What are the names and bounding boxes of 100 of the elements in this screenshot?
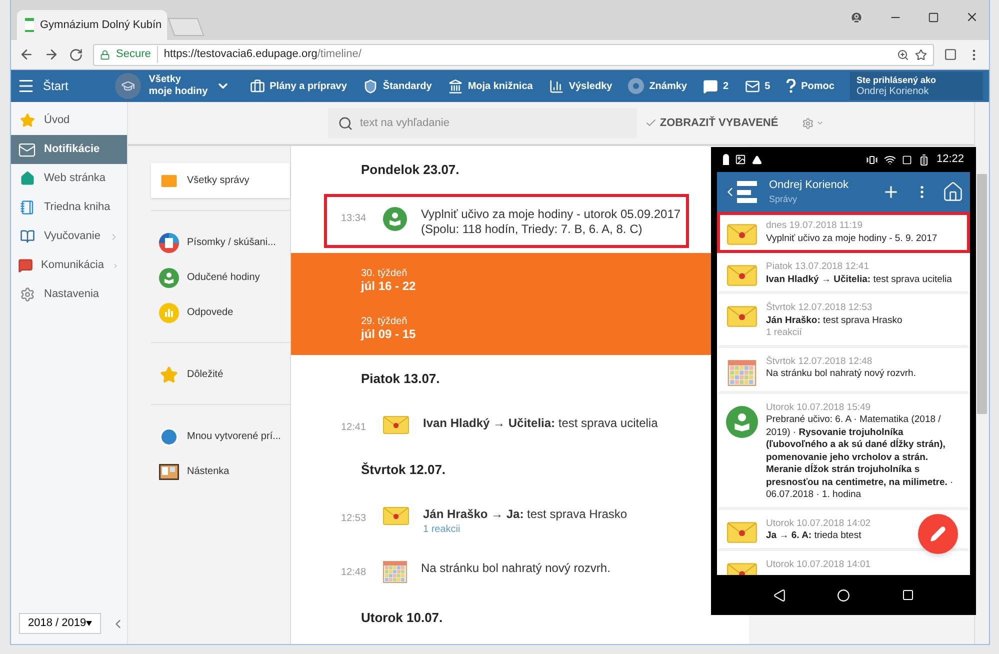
user-name: Ondrej Korienok: [856, 86, 930, 98]
zoom-icon[interactable]: [897, 48, 909, 60]
timetable-icon: [383, 561, 407, 583]
lock-icon: [100, 50, 110, 60]
menu-icon: [17, 77, 35, 95]
sidebar-item[interactable]: Triedna kniha: [11, 193, 127, 222]
settings-icon: [20, 287, 34, 302]
entry-text: Ján Hraško → Ja: test sprava Hrasko: [423, 507, 628, 522]
envelope-icon: [727, 265, 757, 286]
filter-item[interactable]: Všetky správy: [151, 163, 290, 198]
entry-text: Na stránku bol nahratý nový rozvrh.: [421, 561, 610, 576]
nav-link[interactable]: Pomoc: [786, 78, 834, 94]
recents-icon[interactable]: [902, 589, 914, 601]
home-icon[interactable]: [837, 588, 850, 602]
timeline-entry[interactable]: 12:53 Ján Hraško → Ja: test sprava Hrasko 1 reakcii: [324, 494, 689, 548]
timeline-entry[interactable]: 12:48 Na stránku bol nahratý nový rozvrh.: [324, 548, 689, 594]
filter-item[interactable]: Nástenka: [151, 454, 290, 489]
entry-time: 12:53: [341, 512, 368, 526]
settings-icon[interactable]: [802, 116, 814, 130]
envelope-icon: [383, 507, 409, 525]
help-icon: [786, 79, 796, 93]
avatar-icon: [114, 73, 141, 99]
day-heading: Pondelok 23.07.: [361, 162, 460, 177]
filter-item[interactable]: Mnou vytvorené prí...: [151, 419, 290, 454]
back-icon[interactable]: [772, 588, 786, 602]
message-text: Prebrané učivo: 6. A · Matematika (2018 / 2019) · Rysovanie trojuholníka (ľubovoľného a ak sú dané dĺžky strán), pomenovanie jeho vrcholov a strán. Meranie dĺžok strán trojuholníka s presnosťou na centimetre, na milimetre. · 06.07.2018 · 1. hodina: [766, 414, 954, 502]
sidebar-item[interactable]: Komunikácia: [11, 251, 127, 280]
person-reading-icon: [383, 207, 407, 231]
class-selector[interactable]: Všetky moje hodiny: [114, 73, 230, 99]
briefcase-icon: [250, 78, 265, 94]
bar-chart-icon: [159, 302, 179, 322]
address-field[interactable]: Secure https://testovacia6.edupage.org/timeline/: [93, 44, 934, 66]
forward-icon[interactable]: [44, 47, 59, 62]
notebook-icon: [20, 200, 34, 215]
sidebar-item[interactable]: Úvod: [11, 106, 127, 135]
year-select[interactable]: 2018 / 2019: [19, 613, 101, 634]
entry-subtext: (Spolu: 118 hodín, Triedy: 7. B, 6. A, 8. C): [421, 222, 644, 237]
week-range: júl 16 - 22: [361, 280, 417, 293]
message-date: Utorok 10.07.2018 15:49: [766, 402, 871, 414]
shield-icon: [362, 78, 378, 94]
message-text: Ja → 6. A: trieda btest: [766, 530, 862, 542]
filter-item[interactable]: Odučené hodiny: [151, 260, 290, 295]
sidebar-item[interactable]: Notifikácie: [11, 135, 127, 164]
search-icon: [338, 116, 353, 131]
library-icon: [448, 78, 463, 94]
sidebar-item[interactable]: Nastavenia: [11, 280, 127, 309]
vibrate-icon: [866, 154, 878, 166]
entry-text: Vyplniť učivo za moje hodiny - utorok 05.09.2017: [421, 207, 681, 222]
phone-user-name: Ondrej Korienok: [769, 178, 848, 192]
chat-icon: [18, 258, 33, 273]
nav-link[interactable]: Známky: [628, 78, 687, 94]
message-date: Štvrtok 12.07.2018 12:48: [766, 356, 872, 368]
timeline-entry[interactable]: 13:34 Vyplniť učivo za moje hodiny - utorok 05.09.2017 (Spolu: 118 hodín, Triedy: 7. B, 6. A, 8. C): [324, 194, 689, 248]
nav-link[interactable]: Plány a prípravy: [250, 78, 347, 94]
browser-tab[interactable]: Gymnázium Dolný Kubín: [17, 10, 167, 40]
filter-item[interactable]: Písomky / skúšani...: [151, 225, 290, 260]
nav-link[interactable]: Štandardy: [362, 78, 432, 94]
app-logo-icon: [737, 181, 757, 203]
sidebar-item[interactable]: Web stránka: [11, 164, 127, 193]
message-text: Ján Hraško: test sprava Hrasko: [766, 314, 902, 327]
nav-link[interactable]: 5: [744, 78, 770, 94]
reload-icon[interactable]: [69, 48, 83, 62]
chat-icon: [703, 78, 718, 94]
person-reading-icon: [159, 268, 179, 288]
start-button[interactable]: Štart: [17, 77, 115, 95]
search-field[interactable]: text na vyhľadanie: [328, 108, 637, 138]
person-reading-icon: [726, 406, 758, 438]
filter-item[interactable]: Odpovede: [151, 295, 290, 330]
profile-icon[interactable]: [850, 10, 863, 24]
envelope-icon: [727, 306, 757, 327]
phone-subtitle: Správy: [769, 193, 798, 206]
user-panel[interactable]: Ste prihlásený ako Ondrej Korienok: [850, 72, 983, 100]
entry-time: 12:48: [341, 566, 368, 580]
timeline-entry[interactable]: 12:41 Ivan Hladký → Učitelia: test sprava ucitelia: [324, 403, 689, 446]
user-label: Ste prihlásený ako: [856, 74, 938, 86]
scrollbar-thumb[interactable]: [977, 174, 987, 414]
filter-item[interactable]: Dôležité: [151, 357, 290, 392]
show-done-button[interactable]: ZOBRAZIŤ VYBAVENÉ: [644, 114, 778, 132]
house-icon: [20, 171, 34, 186]
nav-link[interactable]: Výsledky: [548, 78, 612, 94]
noticeboard-icon: [159, 464, 179, 480]
notification-icon: [723, 154, 729, 165]
day-heading: Štvrtok 12.07.: [361, 462, 446, 477]
maximize-icon[interactable]: [928, 12, 939, 22]
nav-link[interactable]: 2: [703, 78, 729, 94]
close-icon[interactable]: [965, 10, 979, 24]
nav-link[interactable]: Moja knižnica: [448, 78, 533, 94]
bookmark-icon[interactable]: [915, 48, 927, 60]
image-icon: [735, 154, 746, 165]
message-text: Na stránku bol nahratý nový rozvrh.: [766, 368, 916, 380]
back-icon[interactable]: [19, 47, 34, 62]
star-icon: [20, 113, 34, 128]
envelope-icon: [383, 416, 409, 434]
message-text: Vyplniť učivo za moje hodiny - 5. 9. 2017: [766, 232, 938, 245]
message-date: Utorok 10.07.2018 14:01: [766, 558, 871, 571]
message-date: Štvrtok 12.07.2018 12:53: [766, 302, 872, 314]
entry-time: 13:34: [341, 212, 368, 226]
compose-button[interactable]: [918, 514, 958, 554]
sidebar-item[interactable]: Vyučovanie: [11, 222, 127, 251]
add-icon[interactable]: [882, 183, 900, 201]
